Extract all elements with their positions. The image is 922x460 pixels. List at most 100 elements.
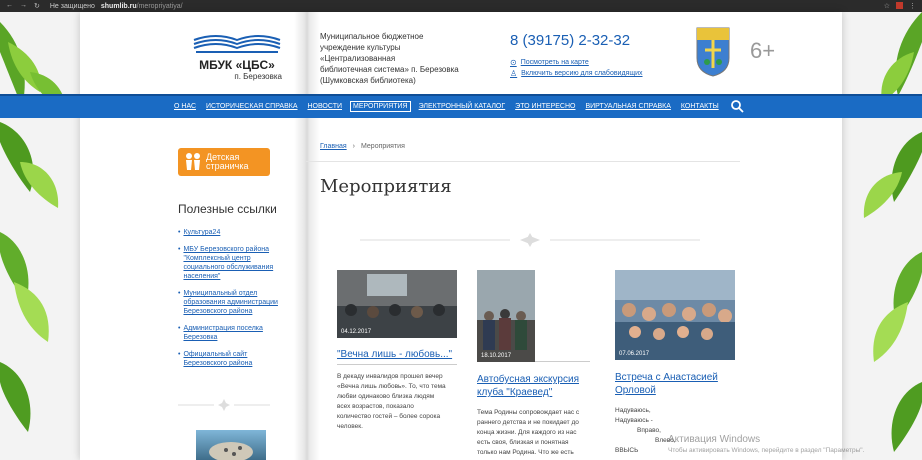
main-navigation: О НАС ИСТОРИЧЕСКАЯ СПРАВКА НОВОСТИ МЕРОП… [0, 94, 922, 118]
useful-link-item[interactable]: • Официальный сайт Березовского района [178, 350, 278, 368]
nav-item-interesting[interactable]: ЭТО ИНТЕРЕСНО [513, 101, 577, 112]
nav-item-virtual-help[interactable]: ВИРТУАЛЬНАЯ СПРАВКА [583, 101, 672, 112]
event-text-line: количество гостей – более сорока [337, 413, 441, 420]
leaves-decoration-left [0, 22, 66, 432]
url-host: shumlib.ru [100, 2, 137, 10]
menu-icon[interactable]: ⋮ [909, 2, 916, 10]
useful-link[interactable]: Культура24 [183, 228, 220, 237]
org-line: Муниципальное бюджетное [320, 32, 424, 41]
browser-toolbar: ← → ↻ Не защищено shumlib.ru/meropriyati… [0, 0, 922, 12]
event-title-line: Автобусная экскурсия [477, 374, 579, 385]
event-text-line: только нам Родина. Что же есть [477, 449, 574, 456]
event-title-link[interactable]: Встреча с Анастасией Орловой [615, 371, 745, 397]
ornament-divider-icon [360, 233, 700, 247]
extension-icon[interactable] [896, 2, 903, 9]
sidebar-banner-image[interactable] [196, 430, 266, 460]
event-title-link[interactable]: "Вечна лишь - любовь..." [337, 348, 467, 361]
star-icon[interactable]: ☆ [884, 2, 890, 10]
useful-link-item[interactable]: • Муниципальный отдел образования админист… [178, 289, 278, 316]
nav-item-contacts[interactable]: КОНТАКТЫ [679, 101, 721, 112]
event-text-line: всех возрастов, показало [337, 403, 414, 410]
event-description: Тема Родины сопровождает нас с раннего д… [477, 408, 602, 458]
card-divider [337, 364, 457, 365]
map-link[interactable]: ⊙ Посмотреть на карте [510, 58, 589, 67]
useful-link[interactable]: Муниципальный отдел образования администр… [183, 289, 277, 316]
insecure-label[interactable]: Не защищено [50, 3, 95, 10]
children-icon [186, 153, 200, 170]
event-image[interactable]: 04.12.2017 [337, 270, 457, 338]
coat-of-arms-icon [696, 27, 730, 77]
useful-link[interactable]: Администрация поселка Березовка [183, 324, 262, 342]
link-line: социального обслуживания [183, 264, 274, 271]
kids-page-button[interactable]: Детская страничка [178, 148, 270, 176]
breadcrumb-current: Мероприятия [361, 143, 405, 150]
leaves-decoration-right [863, 12, 922, 452]
accessibility-link-label: Включить версию для слабовидящих [521, 70, 643, 77]
organization-name: Муниципальное бюджетное учреждение культ… [320, 31, 480, 86]
event-image[interactable]: 07.06.2017 [615, 270, 735, 360]
breadcrumb-home[interactable]: Главная [320, 143, 347, 150]
event-photo [615, 270, 735, 360]
useful-links-list: • Культура24 • МБУ Березовского района "Ком… [178, 228, 278, 376]
useful-link[interactable]: Официальный сайт Березовского района [183, 350, 252, 368]
nav-item-about[interactable]: О НАС [172, 101, 198, 112]
logo-subtitle: п. Березовка [234, 72, 282, 81]
phone-number[interactable]: 8 (39175) 2-32-32 [510, 32, 630, 49]
useful-links-title: Полезные ссылки [178, 202, 277, 216]
ornament-divider-icon [178, 399, 270, 411]
reload-icon[interactable]: ↻ [34, 2, 40, 10]
event-date: 04.12.2017 [341, 329, 372, 335]
event-image[interactable]: 18.10.2017 [477, 270, 535, 362]
nav-item-history[interactable]: ИСТОРИЧЕСКАЯ СПРАВКА [204, 101, 299, 112]
org-line: «Централизованная [320, 54, 396, 63]
nav-item-catalog[interactable]: ЭЛЕКТРОННЫЙ КАТАЛОГ [417, 101, 508, 112]
event-text-line: есть своя, близкая и понятная [477, 439, 569, 446]
url-path: /meropriyatiya/ [136, 2, 183, 10]
logo-title[interactable]: МБУК «ЦБС» [192, 58, 282, 72]
browser-nav: ← → ↻ [0, 2, 40, 10]
address-bar[interactable]: shumlib.ru/meropriyatiya/ [101, 3, 183, 10]
event-title-line: клуба "Краевед" [477, 387, 553, 398]
event-date: 07.06.2017 [619, 351, 650, 357]
books-logo-icon[interactable] [192, 30, 282, 54]
link-line: образования администрации [183, 299, 278, 306]
person-icon: ♙ [510, 69, 518, 78]
browser-actions: ☆ ⋮ [884, 2, 922, 10]
back-icon[interactable]: ← [6, 2, 13, 10]
event-text-line: Надуваюсь, [615, 407, 651, 414]
breadcrumb-separator: › [352, 143, 355, 150]
nav-item-news[interactable]: НОВОСТИ [305, 101, 344, 112]
map-link-label: Посмотреть на карте [520, 59, 589, 66]
event-description: В декаду инвалидов прошел вечер «Вечна л… [337, 372, 462, 432]
link-line: Березовского района [183, 308, 253, 315]
event-title-line: Встреча с Анастасией [615, 372, 718, 383]
event-text-line: В декаду инвалидов прошел вечер [337, 373, 443, 380]
nav-item-events[interactable]: МЕРОПРИЯТИЯ [350, 101, 411, 112]
event-title-line: Орловой [615, 385, 656, 396]
bullet: • [178, 325, 181, 332]
event-text-line: человек. [337, 423, 363, 430]
link-line: Администрация поселка [183, 325, 263, 332]
kids-button-label: Детская страничка [206, 153, 248, 171]
link-line: Культура24 [183, 229, 221, 236]
useful-link-item[interactable]: • Администрация поселка Березовка [178, 324, 278, 342]
kids-label-line: страничка [206, 161, 249, 171]
event-title-link[interactable]: Автобусная экскурсия клуба "Краевед" [477, 373, 607, 399]
useful-link-item[interactable]: • Культура24 [178, 228, 278, 237]
breadcrumb: Главная › Мероприятия [320, 143, 405, 150]
event-title-line: "Вечна лишь - любовь..." [337, 349, 453, 360]
link-line: Березовского района [183, 360, 253, 367]
windows-activation-hint: Чтобы активировать Windows, перейдите в … [668, 447, 865, 454]
bullet: • [178, 290, 181, 297]
event-text-line: конца жизни. Для каждого из нас [477, 429, 577, 436]
search-icon[interactable] [730, 99, 744, 113]
accessibility-link[interactable]: ♙ Включить версию для слабовидящих [510, 69, 643, 78]
useful-link[interactable]: МБУ Березовского района "Комплексный цент… [183, 245, 273, 281]
bullet: • [178, 351, 181, 358]
link-line: Официальный сайт [183, 351, 248, 358]
forward-icon[interactable]: → [20, 2, 27, 10]
useful-link-item[interactable]: • МБУ Березовского района "Комплексный цен… [178, 245, 278, 281]
org-line: учреждение культуры [320, 43, 401, 52]
link-line: "Комплексный центр [183, 255, 251, 262]
windows-activation-watermark: Активация Windows [668, 434, 761, 445]
